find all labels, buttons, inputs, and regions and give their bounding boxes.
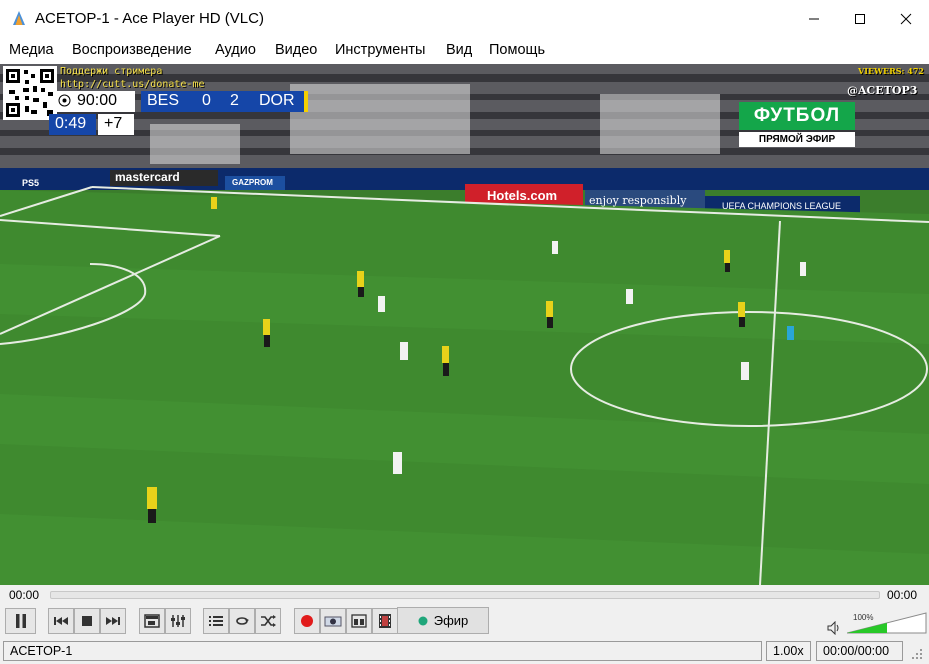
shuffle-button[interactable] [255, 608, 281, 634]
speaker-icon[interactable] [827, 621, 841, 635]
added-time-box: 0:49 +7 [49, 114, 134, 135]
volume-slider[interactable] [846, 612, 927, 634]
stop-icon [82, 616, 92, 626]
playlist-icon [209, 616, 223, 626]
live-button-label: Эфир [433, 613, 469, 628]
extended-settings-button[interactable] [165, 608, 191, 634]
frame-by-frame-button[interactable] [372, 608, 398, 634]
channel-name: ФУТБОЛ [753, 105, 841, 126]
next-icon [106, 617, 120, 625]
loop-icon [236, 617, 249, 625]
video-area[interactable]: Поддержи стримера http://cutt.us/donate-… [0, 64, 929, 585]
board-hotels: Hotels.com [487, 188, 558, 203]
donate-line-2: http://cutt.us/donate-me [60, 79, 205, 90]
snapshot-button[interactable] [320, 608, 346, 634]
fullscreen-button[interactable] [139, 608, 165, 634]
maximize-icon [855, 14, 865, 24]
ab-loop-button[interactable] [346, 608, 372, 634]
away-team-color [304, 91, 308, 112]
live-badge: ПРЯМОЙ ЭФИР [739, 132, 855, 147]
menu-tools[interactable]: Инструменты [335, 42, 425, 58]
previous-button[interactable] [48, 608, 74, 634]
resize-grip-icon[interactable] [912, 649, 924, 661]
stop-button[interactable] [74, 608, 100, 634]
donate-line-1: Поддержи стримера [60, 66, 163, 77]
minimize-icon [809, 18, 819, 20]
channel-handle: @ACETOP3 [847, 84, 918, 97]
ab-loop-icon [351, 614, 367, 628]
menu-help[interactable]: Помощь [489, 42, 545, 58]
board-ps5: PS5 [22, 178, 40, 188]
menu-playback[interactable]: Воспроизведение [72, 42, 192, 58]
maximize-button[interactable] [837, 0, 883, 38]
close-icon [900, 13, 912, 25]
live-button[interactable]: Эфир [397, 607, 489, 634]
record-button[interactable] [294, 608, 320, 634]
menu-audio[interactable]: Аудио [215, 42, 256, 58]
title-bar: ACETOP-1 - Ace Player HD (VLC) [0, 0, 929, 38]
next-button[interactable] [100, 608, 126, 634]
playlist-button[interactable] [203, 608, 229, 634]
scoreboard: 90:00 BES 0 2 DOR [57, 91, 308, 112]
shuffle-icon [261, 615, 276, 627]
match-clock-box: 90:00 [57, 91, 135, 112]
qr-code [3, 66, 57, 120]
board-gazprom: GAZPROM [232, 178, 273, 187]
minimize-button[interactable] [791, 0, 837, 38]
remaining-time: 00:00 [887, 588, 918, 602]
home-team: BES [147, 92, 180, 109]
added-time: +7 [104, 115, 123, 132]
away-team: DOR [259, 92, 295, 109]
menu-video[interactable]: Видео [275, 42, 317, 58]
home-score: 0 [202, 92, 211, 109]
viewers-count: VIEWERS: 472 [858, 66, 924, 76]
loop-button[interactable] [229, 608, 255, 634]
seek-bar: 00:00 00:00 [0, 585, 929, 605]
status-bar: ACETOP-1 1.00x 00:00/00:00 [0, 639, 929, 664]
channel-logo: ФУТБОЛ [739, 102, 855, 130]
away-score: 2 [230, 92, 239, 109]
score-box: BES 0 2 DOR [141, 91, 304, 112]
pause-icon [15, 614, 26, 628]
added-time-clock: 0:49 [55, 115, 87, 132]
fullscreen-icon [144, 614, 160, 628]
live-dot-icon [418, 616, 428, 625]
menu-media[interactable]: Медиа [9, 42, 54, 58]
ball-icon [58, 94, 71, 107]
status-channel: ACETOP-1 [3, 641, 762, 661]
elapsed-time: 00:00 [9, 588, 40, 602]
status-time[interactable]: 00:00/00:00 [816, 641, 903, 661]
menu-bar: Медиа Воспроизведение Аудио Видео Инстру… [0, 38, 929, 64]
record-icon [301, 615, 313, 627]
menu-view[interactable]: Вид [446, 42, 472, 58]
equalizer-icon [171, 615, 185, 627]
match-clock: 90:00 [77, 92, 118, 109]
seek-slider[interactable] [50, 591, 880, 599]
close-button[interactable] [883, 0, 929, 38]
film-frame-icon [379, 614, 391, 628]
app-icon [13, 11, 25, 25]
previous-icon [54, 617, 68, 625]
board-ucl: UEFA CHAMPIONS LEAGUE [722, 201, 842, 211]
live-badge-text: ПРЯМОЙ ЭФИР [758, 134, 836, 145]
pause-button[interactable] [5, 608, 36, 634]
control-bar: Эфир 100% [0, 605, 929, 639]
window-title: ACETOP-1 - Ace Player HD (VLC) [35, 10, 264, 27]
snapshot-icon [324, 616, 342, 627]
playback-speed[interactable]: 1.00x [766, 641, 811, 661]
board-enjoy: enjoy responsibly [589, 194, 687, 207]
board-mastercard: mastercard [115, 170, 180, 184]
